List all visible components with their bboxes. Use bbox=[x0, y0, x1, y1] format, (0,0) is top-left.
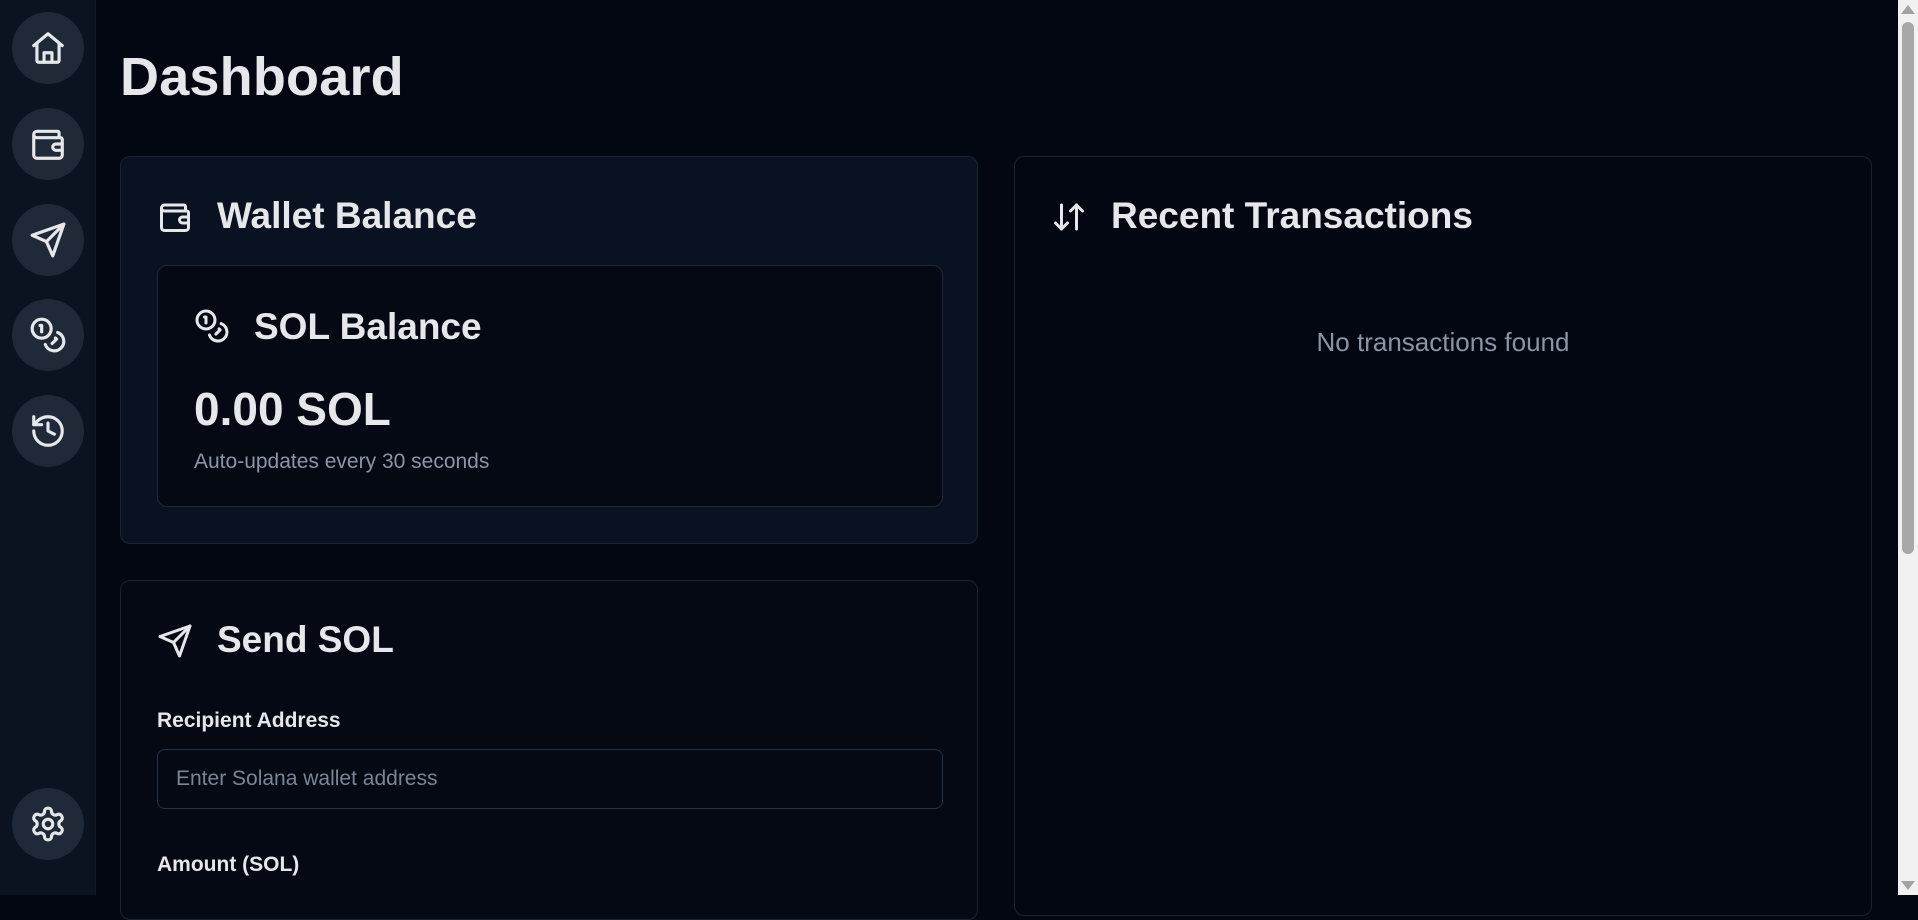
send-sol-card: Send SOL Recipient Address Amount (SOL) bbox=[120, 580, 978, 920]
page-title: Dashboard bbox=[120, 47, 404, 107]
wallet-icon bbox=[32, 129, 64, 160]
sol-balance-card: SOL Balance 0.00 SOL Auto-updates every … bbox=[157, 265, 943, 507]
recipient-label: Recipient Address bbox=[157, 709, 341, 732]
scroll-thumb[interactable] bbox=[1902, 22, 1914, 554]
coins-icon bbox=[194, 308, 230, 349]
coins-icon bbox=[30, 317, 66, 353]
nav-send-button[interactable] bbox=[12, 204, 84, 276]
nav-tokens-button[interactable] bbox=[12, 299, 84, 371]
settings-button[interactable] bbox=[12, 788, 84, 860]
page-scrollbar[interactable] bbox=[1898, 0, 1918, 895]
wallet-balance-card: Wallet Balance SOL Balance 0.00 SOL Auto… bbox=[120, 156, 978, 544]
sol-balance-title: SOL Balance bbox=[254, 306, 482, 347]
send-sol-title: Send SOL bbox=[217, 619, 394, 660]
nav-home-button[interactable] bbox=[12, 12, 84, 84]
scroll-down-arrow[interactable] bbox=[1901, 881, 1915, 890]
auto-update-note: Auto-updates every 30 seconds bbox=[194, 450, 490, 473]
wallet-balance-title: Wallet Balance bbox=[217, 195, 477, 236]
history-icon bbox=[32, 415, 64, 447]
wallet-icon bbox=[157, 199, 193, 240]
recent-transactions-title: Recent Transactions bbox=[1111, 195, 1473, 236]
gear-icon bbox=[32, 806, 64, 842]
send-icon bbox=[30, 222, 66, 258]
recipient-address-input[interactable] bbox=[157, 749, 943, 809]
empty-transactions-message: No transactions found bbox=[1316, 327, 1570, 357]
nav-wallet-button[interactable] bbox=[12, 108, 84, 180]
send-icon bbox=[157, 623, 193, 664]
arrow-up-down-icon bbox=[1051, 199, 1087, 240]
sidebar bbox=[0, 0, 96, 895]
main-content: Dashboard Wallet Balance SOL Balance 0.0… bbox=[96, 0, 1898, 920]
sol-balance-value: 0.00 SOL bbox=[194, 383, 391, 435]
scroll-up-arrow[interactable] bbox=[1901, 5, 1915, 14]
home-icon bbox=[32, 32, 64, 64]
amount-label: Amount (SOL) bbox=[157, 853, 300, 876]
recent-transactions-card: Recent Transactions No transactions foun… bbox=[1014, 156, 1872, 916]
nav-history-button[interactable] bbox=[12, 395, 84, 467]
